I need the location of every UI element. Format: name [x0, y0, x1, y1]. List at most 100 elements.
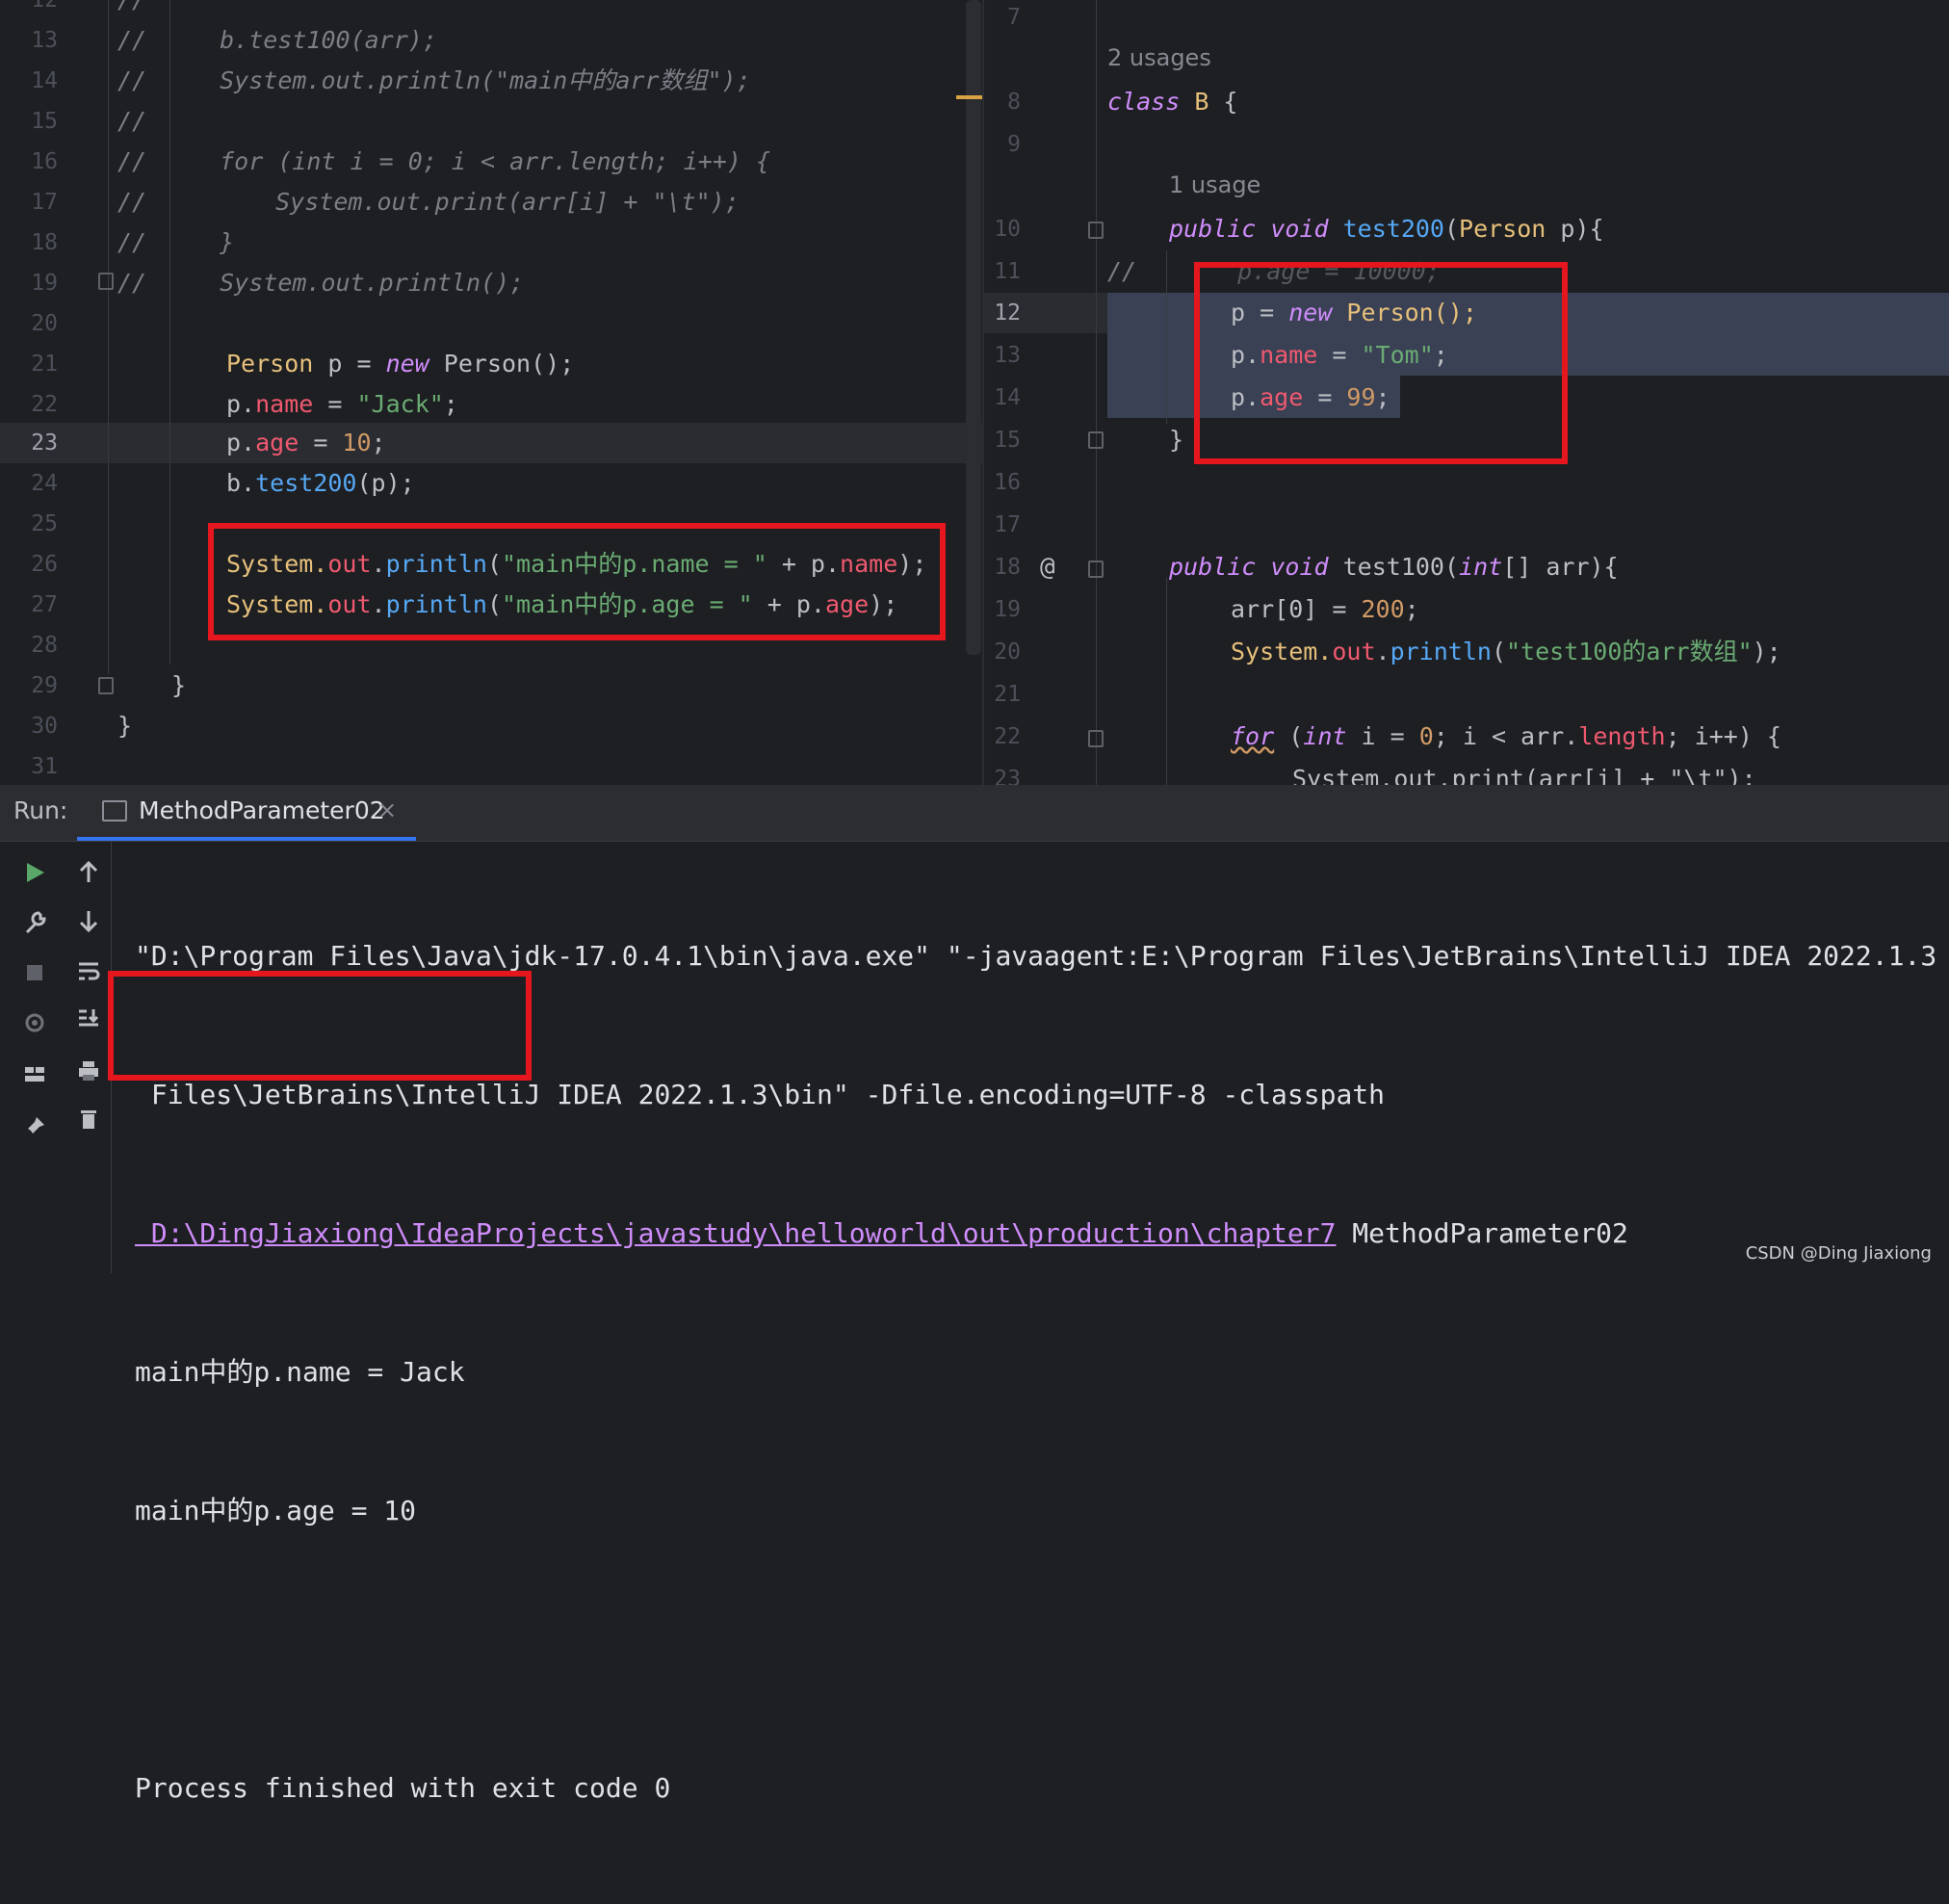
code-line: } [1169, 426, 1184, 454]
watermark: CSDN @Ding Jiaxiong [1745, 1243, 1932, 1264]
wrench-icon [25, 911, 46, 934]
line-number: 26 [31, 552, 58, 577]
implements-gutter-icon[interactable]: @ [1040, 547, 1055, 587]
print-button[interactable] [69, 1056, 108, 1095]
code-line: System.out.println("test100的arr数组"); [1231, 638, 1781, 665]
fold-marker-icon[interactable] [98, 273, 114, 290]
usages-hint[interactable]: 1 usage [1169, 171, 1260, 198]
console-exit-line: Process finished with exit code 0 [135, 1772, 671, 1804]
fold-marker-icon[interactable] [1088, 561, 1104, 578]
code-line: b.test200(p); [226, 469, 415, 497]
arrow-up-icon [79, 860, 98, 882]
scroll-up-button[interactable] [69, 858, 108, 897]
line-number: 16 [994, 470, 1021, 495]
arrow-down-icon [79, 911, 98, 933]
code-line: arr[0] = 200; [1231, 595, 1419, 623]
run-left-toolbar [8, 841, 62, 1273]
pin-icon [25, 1117, 44, 1136]
fold-marker-icon[interactable] [1088, 431, 1104, 449]
line-number: 8 [1007, 90, 1021, 115]
scroll-down-button[interactable] [69, 906, 108, 945]
line-number: 22 [994, 724, 1021, 749]
layout-icon [25, 1067, 44, 1082]
code-line: // [117, 0, 146, 20]
close-icon[interactable]: × [377, 796, 397, 823]
scroll-marker [956, 95, 982, 99]
code-line: for (int i = 0; i < arr.length; i++) { [1231, 722, 1781, 750]
line-number: 14 [31, 68, 58, 93]
line-number: 21 [31, 352, 58, 377]
rerun-button[interactable] [15, 858, 54, 897]
line-number: 15 [31, 109, 58, 134]
line-number: 22 [31, 392, 58, 417]
right-editor-pane[interactable]: 7 8 9 10 11 12 13 14 15 16 17 18 19 20 2… [984, 0, 1949, 785]
line-number: 20 [994, 639, 1021, 665]
highlight-box [208, 523, 946, 640]
line-number-active: 23 [31, 430, 58, 456]
console-icon [102, 800, 127, 822]
code-line: //System.out.println("main中的arr数组"); [117, 66, 751, 94]
print-icon [79, 1061, 98, 1081]
debug-settings-button[interactable] [15, 1008, 54, 1047]
code-line: public void test100(int[] arr){ [1169, 553, 1619, 581]
layout-button[interactable] [15, 1060, 54, 1099]
line-number-active: 12 [994, 300, 1021, 326]
highlight-box [108, 971, 532, 1081]
code-line: } [171, 671, 187, 699]
pin-tab-button[interactable] [15, 1112, 54, 1151]
line-number: 27 [31, 592, 58, 617]
code-line: System.out.print(arr[i] + "\t"); [1292, 765, 1756, 785]
line-number: 19 [994, 597, 1021, 622]
console-output-line: main中的p.age = 10 [135, 1495, 417, 1526]
usages-hint[interactable]: 2 usages [1107, 44, 1211, 71]
line-number: 17 [31, 190, 58, 215]
wrap-icon [79, 962, 100, 980]
line-number: 9 [1007, 132, 1021, 157]
code-line: p.name = "Jack"; [226, 390, 458, 418]
line-number: 14 [994, 385, 1021, 410]
fold-marker-icon[interactable] [98, 677, 114, 694]
line-number: 24 [31, 471, 58, 496]
code-line-current: p.age = 10; [226, 429, 386, 456]
clear-all-button[interactable] [69, 1105, 108, 1143]
left-editor-pane[interactable]: 12 13 14 15 16 17 18 19 20 21 22 23 24 2… [0, 0, 982, 785]
line-number: 23 [994, 767, 1021, 785]
tab-method-parameter02[interactable]: MethodParameter02 × [77, 785, 416, 841]
highlight-box [1194, 262, 1568, 464]
soft-wrap-button[interactable] [69, 956, 108, 995]
console-line: D:\DingJiaxiong\IdeaProjects\javastudy\h… [135, 1217, 1628, 1249]
line-number: 25 [31, 511, 58, 536]
edit-configuration-button[interactable] [15, 908, 54, 947]
line-number: 19 [31, 271, 58, 296]
line-number: 13 [994, 343, 1021, 368]
stop-button[interactable] [15, 958, 54, 997]
scroll-end-icon [79, 1009, 99, 1027]
line-number: 31 [31, 754, 58, 779]
line-number: 21 [994, 682, 1021, 707]
line-number: 28 [31, 633, 58, 658]
line-number: 17 [994, 512, 1021, 537]
code-line: class B { [1107, 88, 1238, 116]
code-line: //} [117, 228, 235, 256]
trash-icon [81, 1110, 96, 1129]
fold-marker-icon[interactable] [1088, 222, 1104, 239]
tab-label: MethodParameter02 [139, 796, 385, 824]
code-line: //b.test100(arr); [117, 26, 437, 54]
line-number: 10 [994, 217, 1021, 242]
line-number: 20 [31, 311, 58, 336]
code-line: //System.out.println(); [117, 269, 525, 297]
line-number: 16 [31, 149, 58, 174]
fold-marker-icon[interactable] [1088, 730, 1104, 747]
current-line-highlight [0, 423, 982, 463]
code-line: public void test200(Person p){ [1169, 215, 1604, 243]
run-tool-window[interactable]: Run: MethodParameter02 × "D:\Program Fil… [0, 785, 1949, 1804]
code-line: //for (int i = 0; i < arr.length; i++) { [117, 147, 771, 175]
line-number: 7 [1007, 5, 1021, 30]
line-number: 18 [994, 555, 1021, 580]
code-line: Person p = new Person(); [226, 350, 575, 378]
code-line: } [117, 712, 133, 740]
scroll-to-end-button[interactable] [69, 1004, 108, 1043]
classpath-link[interactable]: D:\DingJiaxiong\IdeaProjects\javastudy\h… [135, 1217, 1337, 1249]
line-number: 12 [31, 0, 58, 13]
